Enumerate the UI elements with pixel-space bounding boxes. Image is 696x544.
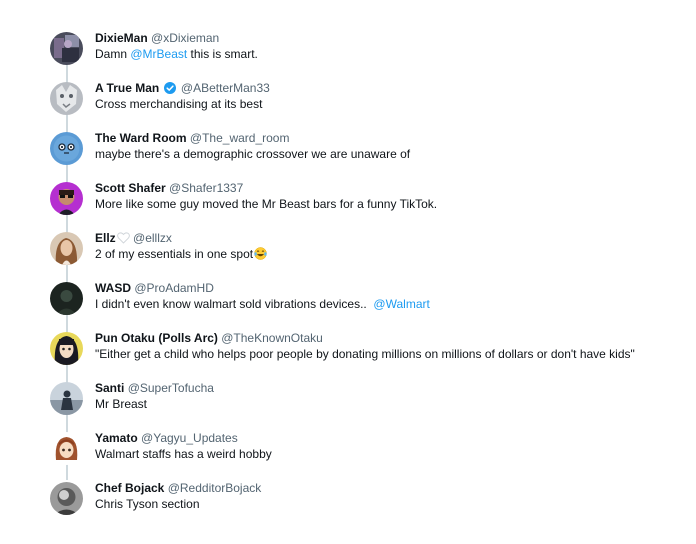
reply-item[interactable]: The Ward Room @The_ward_room maybe there… [50,130,670,180]
reply-text: I didn't even know walmart sold vibratio… [95,296,670,313]
reply-item[interactable]: Santi @SuperTofucha Mr Breast [50,380,670,430]
reply-thread: DixieMan @xDixieman Damn @MrBeast this i… [0,0,696,544]
display-name[interactable]: Pun Otaku (Polls Arc) [95,331,218,345]
user-handle[interactable]: @The_ward_room [190,131,290,145]
reply-item[interactable]: Scott Shafer @Shafer1337 More like some … [50,180,670,230]
avatar[interactable] [50,132,83,165]
user-handle[interactable]: @elllzx [133,231,172,245]
user-handle[interactable]: @xDixieman [151,31,219,45]
reply-text: Chris Tyson section [95,497,200,511]
reply-text: "Either get a child who helps poor peopl… [95,347,635,361]
user-handle[interactable]: @TheKnownOtaku [221,331,323,345]
reply-item[interactable]: Yamato @Yagyu_Updates Walmart staffs has… [50,430,670,480]
verified-badge-icon [163,82,176,94]
display-name[interactable]: DixieMan [95,31,148,45]
display-name[interactable]: Scott Shafer [95,181,166,195]
reply-item[interactable]: A True Man @ABetterMan33 Cross merchandi… [50,80,670,130]
reply-text-part: Damn [95,47,131,61]
reply-item[interactable]: WASD @ProAdamHD I didn't even know walma… [50,280,670,330]
avatar[interactable] [50,32,83,65]
reply-text-part: this is smart. [187,47,258,61]
reply-text: More like some guy moved the Mr Beast ba… [95,197,438,211]
white-heart-icon [116,232,130,244]
avatar[interactable] [50,482,83,515]
reply-text-part: I didn't even know walmart sold vibratio… [95,297,374,311]
avatar[interactable] [50,82,83,115]
reply-item[interactable]: Pun Otaku (Polls Arc) @TheKnownOtaku "Ei… [50,330,670,380]
user-handle[interactable]: @ABetterMan33 [181,81,270,95]
user-handle[interactable]: @ProAdamHD [134,281,214,295]
user-handle[interactable]: @Yagyu_Updates [141,431,238,445]
mention-link[interactable]: @Walmart [373,297,429,311]
avatar[interactable] [50,432,83,465]
display-name[interactable]: A True Man [95,81,159,95]
reply-text: maybe there's a demographic crossover we… [95,147,411,161]
user-handle[interactable]: @SuperTofucha [128,381,214,395]
display-name[interactable]: WASD [95,281,131,295]
user-handle[interactable]: @Shafer1337 [169,181,243,195]
display-name[interactable]: Santi [95,381,124,395]
user-handle[interactable]: @RedditorBojack [168,481,262,495]
reply-text: Cross merchandising at its best [95,97,263,111]
laughing-tears-emoji-icon [254,247,267,260]
reply-item[interactable]: Chef Bojack @RedditorBojack Chris Tyson … [50,480,670,530]
avatar[interactable] [50,182,83,215]
avatar[interactable] [50,232,83,265]
reply-text-part: 2 of my essentials in one spot [95,247,254,261]
display-name[interactable]: Ellz [95,231,116,245]
reply-text: 2 of my essentials in one spot [95,246,670,263]
reply-text: Walmart staffs has a weird hobby [95,447,272,461]
reply-item[interactable]: Ellz @elllzx 2 of my essentials in one s… [50,230,670,280]
reply-item[interactable]: DixieMan @xDixieman Damn @MrBeast this i… [50,30,670,80]
display-name[interactable]: The Ward Room [95,131,187,145]
reply-text: Mr Breast [95,397,148,411]
reply-text: Damn @MrBeast this is smart. [95,46,670,63]
mention-link[interactable]: @MrBeast [130,47,187,61]
display-name[interactable]: Yamato [95,431,138,445]
avatar[interactable] [50,382,83,415]
display-name[interactable]: Chef Bojack [95,481,164,495]
avatar[interactable] [50,282,83,315]
avatar[interactable] [50,332,83,365]
